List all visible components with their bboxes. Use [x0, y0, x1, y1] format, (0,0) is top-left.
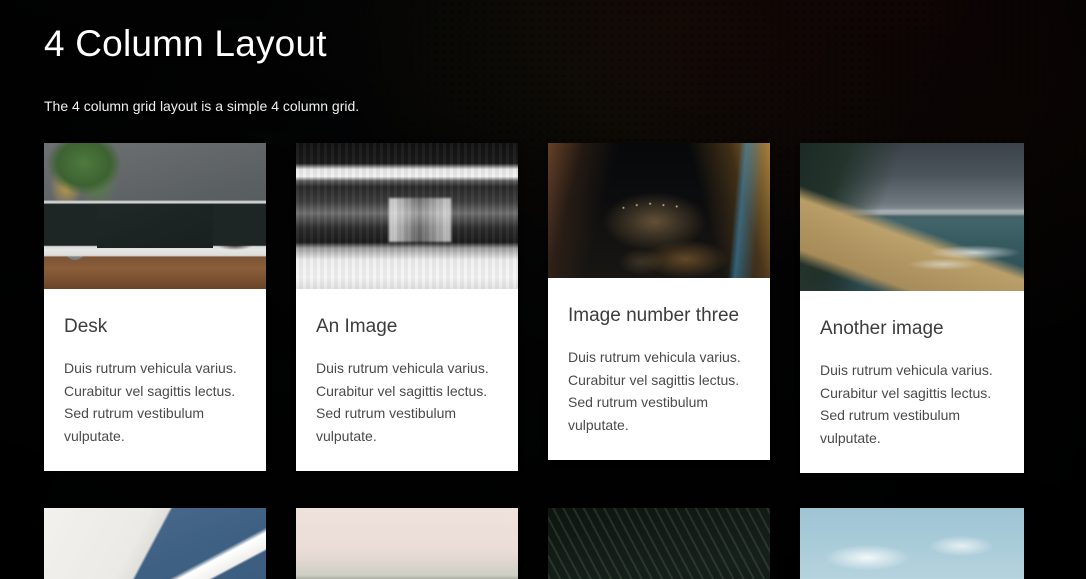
- card-text: Duis rutrum vehicula varius. Curabitur v…: [316, 360, 489, 444]
- card-image-architecture: [44, 508, 266, 579]
- card-title: Another image: [820, 318, 944, 339]
- card-image-desk: [44, 143, 266, 289]
- card-text: Duis rutrum vehicula varius. Curabitur v…: [64, 360, 237, 444]
- card-body: Desk Duis rutrum vehicula varius. Curabi…: [44, 289, 266, 471]
- card-text: Duis rutrum vehicula varius. Curabitur v…: [568, 349, 741, 433]
- card-body: Another image Duis rutrum vehicula variu…: [800, 291, 1024, 473]
- card-pelican[interactable]: [800, 508, 1024, 579]
- page-header: 4 Column Layout: [44, 22, 744, 66]
- card-title: An Image: [316, 316, 398, 337]
- card-title: Image number three: [568, 305, 740, 326]
- card-body: An Image Duis rutrum vehicula varius. Cu…: [296, 289, 518, 471]
- card-image-pelican: [800, 508, 1024, 579]
- card-image-another-image: [800, 143, 1024, 291]
- card-body: Image number three Duis rutrum vehicula …: [548, 278, 770, 460]
- card-cactus[interactable]: [296, 508, 518, 579]
- card-text: Duis rutrum vehicula varius. Curabitur v…: [820, 362, 993, 446]
- card-title: Desk: [64, 316, 108, 337]
- card-image-jungle: [548, 508, 770, 579]
- page-root: 4 Column Layout The 4 column grid layout…: [0, 0, 1086, 579]
- card-another-image[interactable]: Another image Duis rutrum vehicula variu…: [800, 143, 1024, 473]
- card-architecture[interactable]: [44, 508, 266, 579]
- card-jungle[interactable]: [548, 508, 770, 579]
- card-image-number-three: [548, 143, 770, 278]
- page-subtitle: The 4 column grid layout is a simple 4 c…: [44, 98, 360, 114]
- card-image-cactus: [296, 508, 518, 579]
- card-image-an-image: [296, 143, 518, 289]
- page-title: 4 Column Layout: [44, 23, 327, 64]
- card-desk[interactable]: Desk Duis rutrum vehicula varius. Curabi…: [44, 143, 266, 471]
- card-image-number-three[interactable]: Image number three Duis rutrum vehicula …: [548, 143, 770, 460]
- card-an-image[interactable]: An Image Duis rutrum vehicula varius. Cu…: [296, 143, 518, 471]
